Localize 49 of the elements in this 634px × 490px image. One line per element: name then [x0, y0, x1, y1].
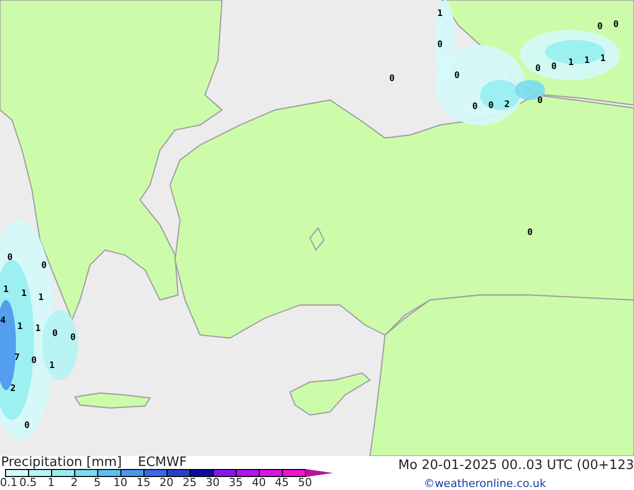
legend-tick: 25 [182, 477, 197, 488]
precip-value: 0 [7, 253, 13, 263]
precip-value: 2 [504, 100, 510, 110]
legend-title: Precipitation [mm] [1, 456, 122, 469]
precip-value: 0 [537, 96, 543, 106]
legend-tick: 50 [298, 477, 312, 488]
precip-value: 0 [24, 421, 30, 431]
legend-tick: 35 [228, 477, 243, 488]
legend-tick: 0.5 [19, 477, 37, 488]
legend-tick: 40 [252, 477, 266, 488]
legend-tick: 1 [48, 477, 55, 488]
legend-tick: 2 [70, 477, 78, 488]
precip-value: 0 [535, 64, 541, 74]
precip-value: 1 [21, 289, 27, 299]
legend-tick: 20 [160, 477, 174, 488]
precip-value: 0 [454, 71, 460, 81]
precip-value: 0 [41, 261, 47, 271]
precip-value: 0 [613, 20, 619, 30]
precip-value: 0 [437, 40, 443, 50]
precip-value: 1 [38, 293, 44, 303]
precip-value: 0 [389, 74, 395, 84]
precip-value: 1 [35, 324, 41, 334]
precip-value: 0 [52, 329, 58, 339]
precip-value: 1 [600, 54, 606, 64]
legend-tick: 10 [113, 477, 128, 488]
legend-tick: 15 [136, 477, 150, 488]
precip-value: 0 [527, 228, 533, 238]
precip-value: 1 [3, 285, 9, 295]
precip-value: 4 [0, 316, 6, 326]
legend-tick: 0.1 [0, 477, 18, 488]
precip-value: 0 [472, 102, 478, 112]
legend-tick: 45 [274, 477, 289, 488]
precip-value: 1 [437, 9, 443, 19]
precip-value: 0 [488, 101, 494, 111]
precip-value: 1 [49, 361, 55, 371]
precip-value: 1 [584, 56, 590, 66]
precip-value: 0 [31, 356, 37, 366]
precip-value: 1 [568, 58, 574, 68]
precip-value: 0 [70, 333, 76, 343]
precip-value: 7 [14, 353, 20, 363]
legend-tick: 30 [206, 477, 220, 488]
precip-value: 0 [597, 22, 603, 32]
precip-value: 0 [551, 62, 557, 72]
legend-tick: 5 [94, 477, 101, 488]
precip-value: 2 [10, 384, 16, 394]
credit-text: ©weatheronline.co.uk [424, 476, 546, 490]
valid-time: Mo 20-01-2025 00..03 UTC (00+123 [398, 457, 634, 475]
precip-value: 1 [17, 322, 23, 332]
model-name: ECMWF [138, 456, 187, 469]
